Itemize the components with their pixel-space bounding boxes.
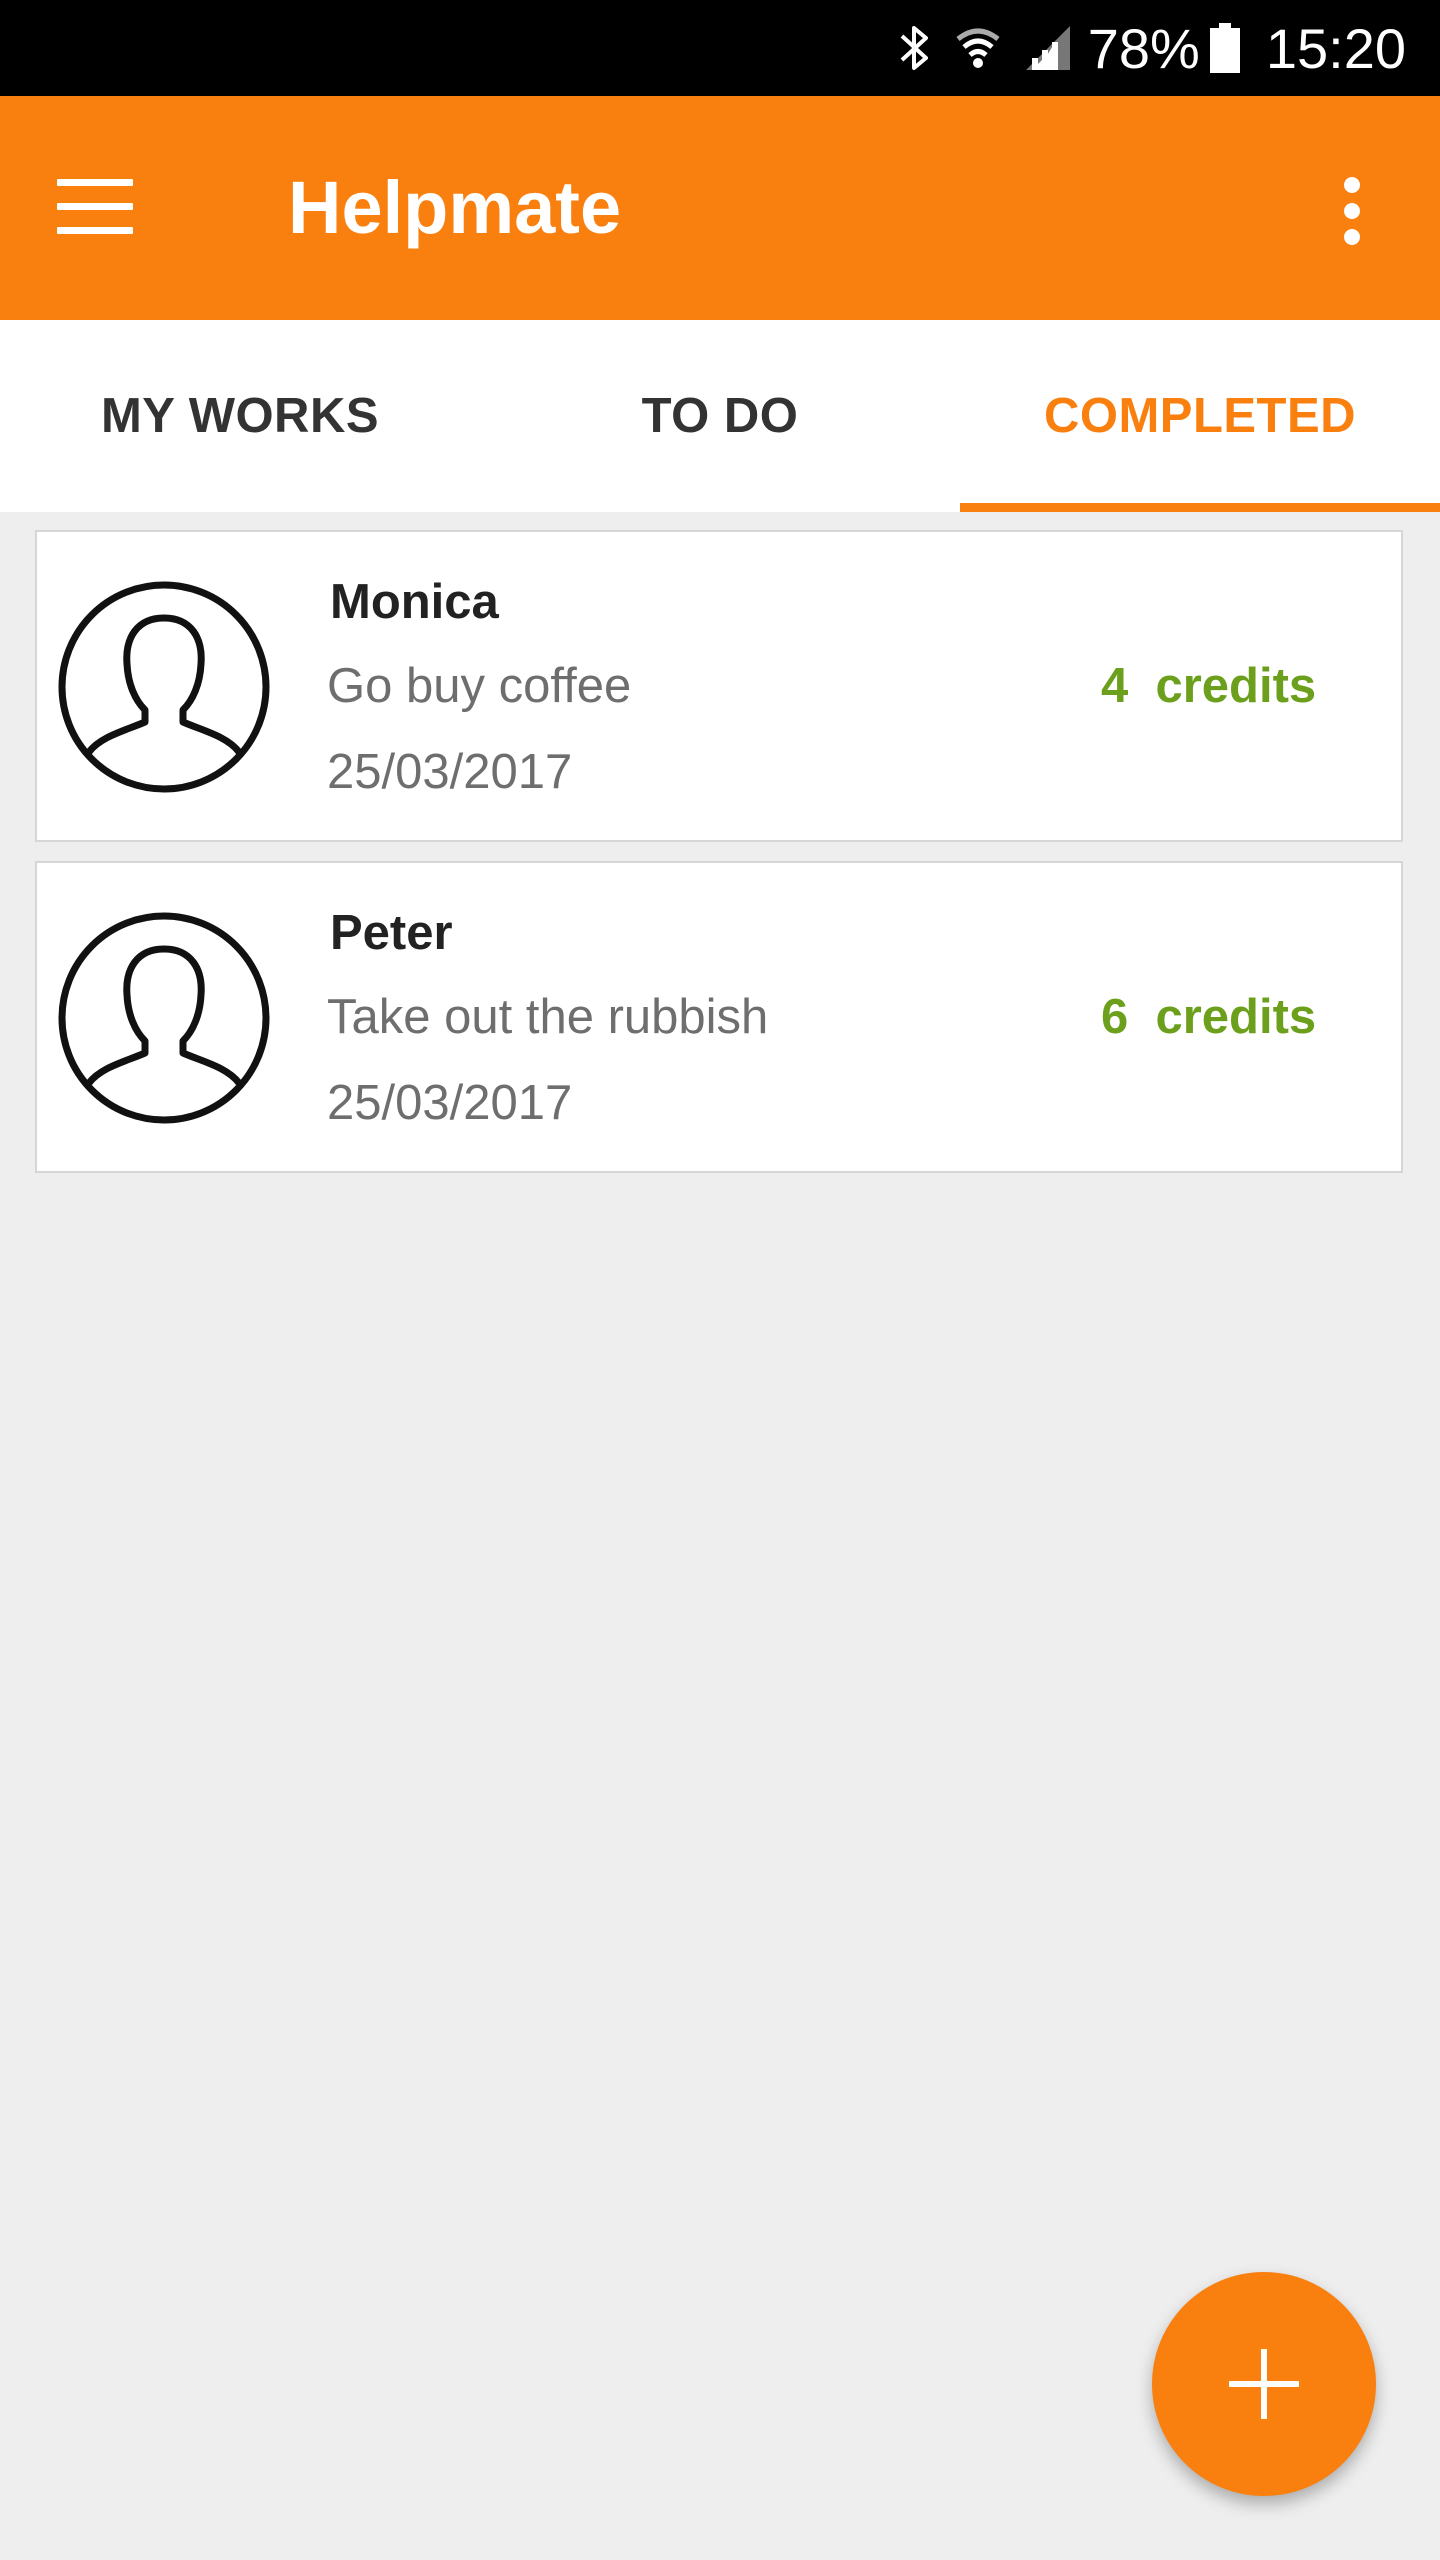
app-title: Helpmate: [288, 166, 622, 249]
overflow-menu-button[interactable]: [1322, 166, 1382, 256]
overflow-icon: [1344, 177, 1360, 193]
app-bar: Helpmate: [0, 96, 1440, 320]
tab-completed[interactable]: COMPLETED: [960, 320, 1440, 512]
menu-icon: [57, 179, 133, 235]
task-credits: 6 credits: [1101, 990, 1317, 1044]
tab-bar: MY WORKS TO DO COMPLETED: [0, 320, 1440, 512]
battery-percent: 78%: [1087, 16, 1200, 80]
user-silhouette-icon: [58, 912, 270, 1124]
task-card[interactable]: Peter Take out the rubbish 25/03/2017 6 …: [35, 861, 1403, 1173]
active-tab-indicator: [960, 503, 1440, 512]
task-card[interactable]: Monica Go buy coffee 25/03/2017 4 credit…: [35, 530, 1403, 842]
status-time: 15:20: [1265, 16, 1406, 80]
menu-button[interactable]: [40, 162, 150, 252]
add-task-button[interactable]: [1152, 2272, 1376, 2496]
assignee-name: Monica: [330, 575, 499, 629]
status-bar: 78% 15:20: [0, 0, 1440, 96]
task-description: Go buy coffee: [327, 659, 632, 713]
bluetooth-icon: [898, 22, 932, 74]
task-credits: 4 credits: [1101, 659, 1317, 713]
tab-my-works[interactable]: MY WORKS: [0, 320, 480, 512]
plus-icon: [1229, 2349, 1299, 2419]
signal-icon: [1024, 24, 1072, 72]
tab-to-do[interactable]: TO DO: [480, 320, 960, 512]
battery-icon: [1209, 23, 1240, 73]
task-date: 25/03/2017: [327, 745, 573, 799]
wifi-icon: [954, 23, 1002, 73]
assignee-name: Peter: [330, 906, 453, 960]
task-description: Take out the rubbish: [327, 990, 769, 1044]
user-silhouette-icon: [58, 581, 270, 793]
task-date: 25/03/2017: [327, 1076, 573, 1130]
